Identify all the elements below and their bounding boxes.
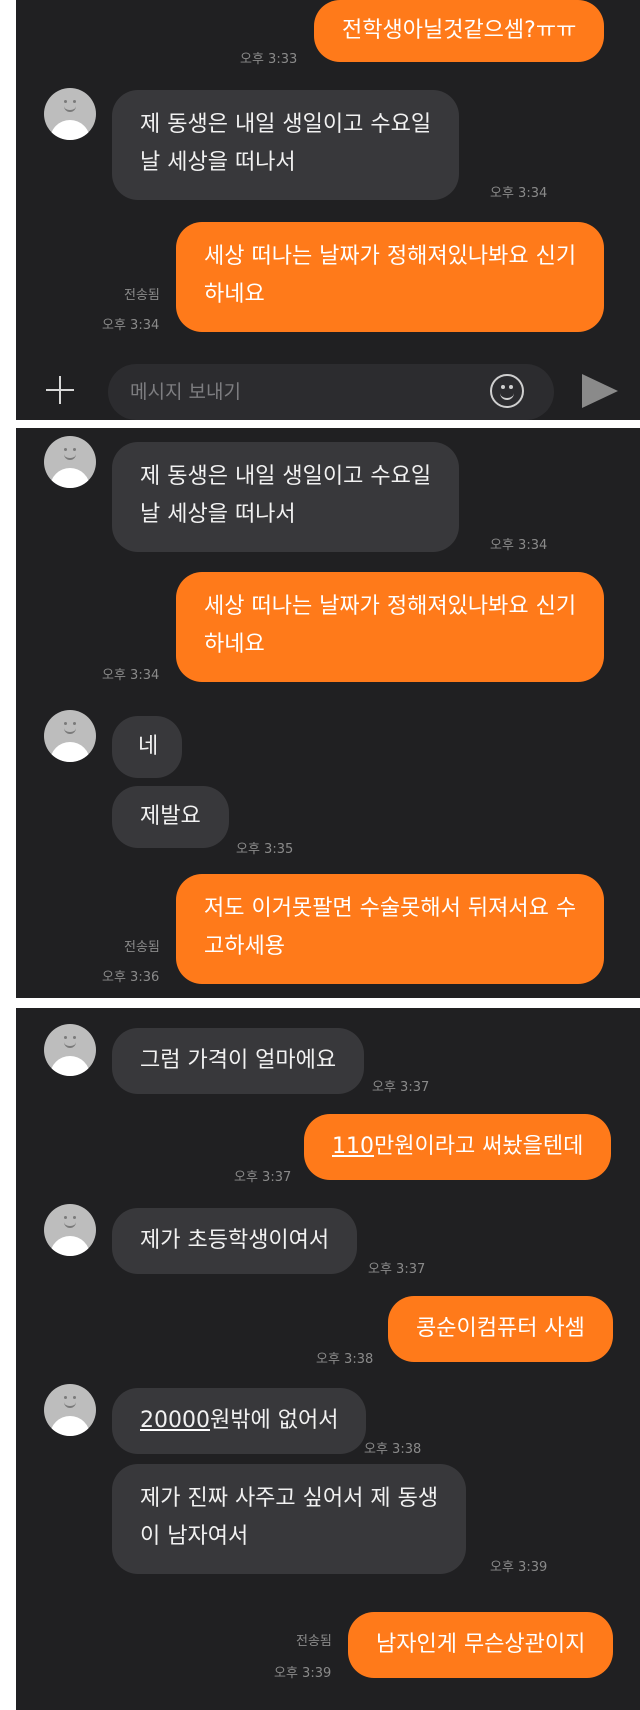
message-text: 콩순이컴퓨터 사셈 [416,1316,585,1341]
sent-message: 세상 떠나는 날짜가 정해져있나봐요 신기 하네요 [176,222,605,332]
sent-message: 전학생아닐것같으셈?ㅠㅠ [314,0,605,62]
sent-message: 110만원이라고 써놨을텐데 [304,1114,612,1180]
avatar[interactable] [44,1384,96,1436]
emoji-icon[interactable] [490,374,524,408]
received-message: 네 [112,716,182,778]
message-text: 네 [138,734,159,759]
message-text: 하네요 [204,282,265,307]
message-text: 고하세용 [204,934,285,959]
sent-message: 남자인게 무슨상관이지 [348,1612,614,1678]
chat-screenshot-2: 제 동생은 내일 생일이고 수요일 날 세상을 떠나서 오후 3:34 세상 떠… [16,428,640,998]
received-message: 20000원밖에 없어서 [112,1388,367,1454]
received-message: 그럼 가격이 얼마에요 [112,1028,365,1094]
received-message: 제가 진짜 사주고 싶어서 제 동생 이 남자여서 [112,1464,467,1574]
message-text: 날 세상을 떠나서 [140,150,296,175]
message-time: 오후 3:34 [490,538,548,553]
avatar-face-icon [56,96,84,116]
message-time: 오후 3:37 [372,1080,430,1095]
message-time: 오후 3:37 [234,1170,292,1185]
message-time: 오후 3:38 [316,1352,374,1367]
avatar[interactable] [44,1024,96,1076]
message-text: 날 세상을 떠나서 [140,502,296,527]
message-text: 원밖에 없어서 [210,1408,339,1433]
message-time: 오후 3:36 [102,970,160,985]
message-text: 저도 이거못팔면 수술못해서 뒤져서요 수 [204,896,577,921]
message-time: 오후 3:34 [490,186,548,201]
avatar[interactable] [44,710,96,762]
read-status: 전송됨 [124,940,160,955]
message-text: 전학생아닐것같으셈?ㅠㅠ [342,18,577,43]
message-text: 세상 떠나는 날짜가 정해져있나봐요 신기 [204,594,577,619]
plus-icon[interactable] [40,370,80,410]
avatar-face-icon [56,1032,84,1052]
message-time: 오후 3:33 [240,52,298,67]
message-text: 남자인게 무슨상관이지 [376,1632,586,1657]
avatar-face-icon [56,1212,84,1232]
read-status: 전송됨 [296,1634,332,1649]
message-text: 만원이라고 써놨을텐데 [374,1134,584,1159]
avatar[interactable] [44,88,96,140]
received-message: 제 동생은 내일 생일이고 수요일 날 세상을 떠나서 [112,442,460,552]
avatar[interactable] [44,1204,96,1256]
sent-message: 저도 이거못팔면 수술못해서 뒤져서요 수 고하세용 [176,874,605,984]
chat-screenshot-3: 그럼 가격이 얼마에요 오후 3:37 110만원이라고 써놨을텐데 오후 3:… [16,1008,640,1710]
message-text: 이 남자여서 [140,1524,249,1549]
read-status: 전송됨 [124,288,160,303]
message-composer: 메시지 보내기 [16,364,640,420]
chat-screenshot-1: 전학생아닐것같으셈?ㅠㅠ 오후 3:33 제 동생은 내일 생일이고 수요일 날… [16,0,640,420]
message-text: 제가 진짜 사주고 싶어서 제 동생 [140,1486,439,1511]
send-icon[interactable] [582,374,618,408]
message-time: 오후 3:39 [274,1666,332,1681]
message-time: 오후 3:37 [368,1262,426,1277]
message-text: 제가 초등학생이여서 [140,1228,330,1253]
sent-message: 세상 떠나는 날짜가 정해져있나봐요 신기 하네요 [176,572,605,682]
received-message: 제가 초등학생이여서 [112,1208,358,1274]
avatar-face-icon [56,718,84,738]
message-text: 제 동생은 내일 생일이고 수요일 [140,112,432,137]
message-time: 오후 3:35 [236,842,294,857]
message-text: 제발요 [140,804,201,829]
received-message: 제 동생은 내일 생일이고 수요일 날 세상을 떠나서 [112,90,460,200]
avatar[interactable] [44,436,96,488]
message-text: 하네요 [204,632,265,657]
message-time: 오후 3:34 [102,318,160,333]
message-text: 세상 떠나는 날짜가 정해져있나봐요 신기 [204,244,577,269]
message-time: 오후 3:34 [102,668,160,683]
message-time: 오후 3:39 [490,1560,548,1575]
message-text: 제 동생은 내일 생일이고 수요일 [140,464,432,489]
received-message: 제발요 [112,786,229,848]
message-time: 오후 3:38 [364,1442,422,1457]
avatar-face-icon [56,1392,84,1412]
message-text: 110 [332,1134,374,1159]
avatar-face-icon [56,444,84,464]
message-text: 20000 [140,1408,210,1433]
message-text: 그럼 가격이 얼마에요 [140,1048,337,1073]
sent-message: 콩순이컴퓨터 사셈 [388,1296,613,1362]
message-input[interactable]: 메시지 보내기 [108,364,554,420]
